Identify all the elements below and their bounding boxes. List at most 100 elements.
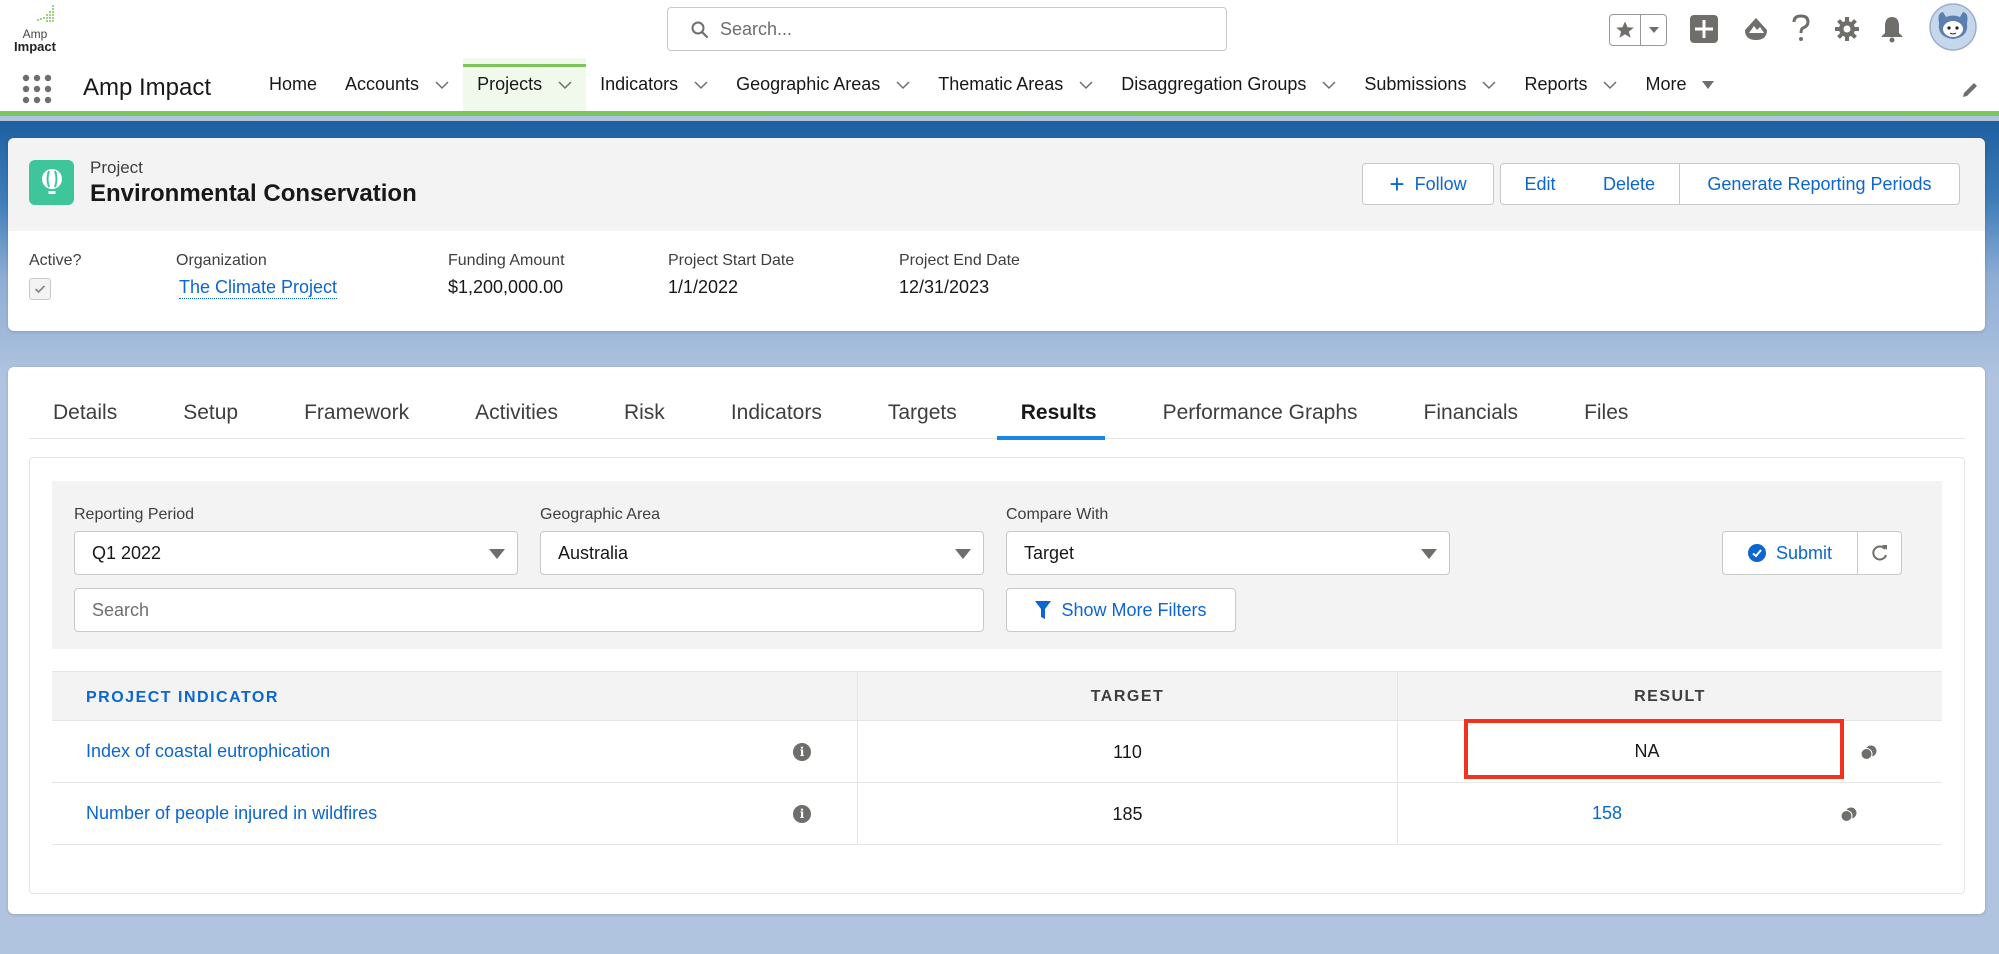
- reporting-period-select[interactable]: Q1 2022: [74, 531, 518, 575]
- compare-with-select[interactable]: Target: [1006, 531, 1450, 575]
- nav-item-geographic-areas[interactable]: Geographic Areas: [722, 58, 924, 111]
- submit-button-group: Submit: [1722, 531, 1902, 575]
- nav-item-accounts[interactable]: Accounts: [331, 58, 463, 111]
- table-row: Number of people injured in wildfires i …: [52, 783, 1942, 845]
- nav-items: Home Accounts Projects Indicators Geogra…: [255, 58, 1729, 111]
- submit-button[interactable]: Submit: [1722, 531, 1858, 575]
- edit-nav-pencil-icon[interactable]: [1960, 80, 1980, 100]
- tab-risk[interactable]: Risk: [582, 367, 689, 439]
- indicator-link[interactable]: Number of people injured in wildfires: [86, 803, 377, 824]
- geographic-area-select[interactable]: Australia: [540, 531, 984, 575]
- field-value: 1/1/2022: [668, 277, 739, 297]
- plus-icon: +: [1389, 169, 1405, 199]
- geographic-area-value: Australia: [558, 542, 629, 563]
- nav-item-disaggregation-groups[interactable]: Disaggregation Groups: [1107, 58, 1350, 111]
- info-icon[interactable]: i: [793, 805, 811, 823]
- global-header: Amp Impact: [0, 0, 1999, 58]
- global-search-input[interactable]: [720, 16, 1200, 42]
- nav-item-indicators[interactable]: Indicators: [586, 58, 722, 111]
- tab-setup[interactable]: Setup: [141, 367, 262, 439]
- field-value: $1,200,000.00: [448, 277, 564, 297]
- field-label: Active?: [29, 252, 82, 269]
- tab-activities[interactable]: Activities: [433, 367, 582, 439]
- refresh-button[interactable]: [1858, 531, 1902, 575]
- field-organization: Organization The Climate Project: [176, 252, 338, 299]
- nav-item-label: Projects: [477, 74, 543, 94]
- record-tabs: Details Setup Framework Activities Risk …: [29, 367, 1965, 440]
- nav-item-more[interactable]: More: [1631, 58, 1728, 111]
- notifications-bell-icon[interactable]: [1879, 15, 1905, 43]
- field-label: Organization: [176, 252, 267, 269]
- app-navigation-bar: Amp Impact Home Accounts Projects Indica…: [0, 58, 1999, 116]
- trailhead-icon[interactable]: [1742, 15, 1770, 43]
- record-title: Environmental Conservation: [90, 180, 417, 207]
- tab-indicators[interactable]: Indicators: [689, 367, 846, 439]
- nav-item-label: Geographic Areas: [736, 74, 881, 94]
- tab-performance-graphs[interactable]: Performance Graphs: [1121, 367, 1382, 439]
- user-avatar[interactable]: [1929, 3, 1977, 51]
- chevron-down-icon[interactable]: [1322, 80, 1336, 90]
- chevron-down-icon[interactable]: [1482, 80, 1496, 90]
- favorites-star-icon[interactable]: [1610, 15, 1641, 45]
- chevron-down-icon[interactable]: [1079, 80, 1093, 90]
- project-balloon-icon: [29, 160, 74, 205]
- indicator-search[interactable]: [74, 588, 984, 632]
- nav-item-home[interactable]: Home: [255, 58, 331, 111]
- indicator-search-input[interactable]: [75, 589, 983, 631]
- result-value: NA: [1634, 741, 1660, 761]
- active-checkbox: [29, 278, 51, 300]
- reporting-period-value: Q1 2022: [92, 542, 162, 563]
- indicator-link[interactable]: Index of coastal eutrophication: [86, 741, 330, 762]
- tab-details[interactable]: Details: [29, 367, 141, 439]
- global-search[interactable]: [667, 7, 1227, 51]
- chevron-down-icon[interactable]: [1603, 80, 1618, 90]
- submit-label: Submit: [1775, 542, 1833, 563]
- results-panel: Reporting Period Q1 2022 Geographic Area…: [29, 457, 1965, 894]
- follow-button[interactable]: + Follow: [1362, 163, 1494, 205]
- nav-item-submissions[interactable]: Submissions: [1350, 58, 1510, 111]
- tab-framework[interactable]: Framework: [262, 367, 433, 439]
- nav-item-label: Reports: [1524, 74, 1588, 94]
- column-header-project-indicator[interactable]: PROJECT INDICATOR: [86, 689, 279, 707]
- amp-impact-logo[interactable]: Amp Impact: [10, 2, 60, 56]
- favorites-button-group: [1609, 14, 1667, 46]
- chevron-down-icon[interactable]: [694, 80, 708, 90]
- dropdown-arrow-icon: [955, 549, 971, 559]
- logo-text-impact: Impact: [14, 39, 56, 54]
- generate-reporting-periods-button[interactable]: Generate Reporting Periods: [1679, 163, 1960, 205]
- delete-button[interactable]: Delete: [1579, 163, 1680, 205]
- check-circle-icon: [1747, 544, 1766, 562]
- refresh-icon: [1871, 545, 1887, 561]
- organization-link[interactable]: The Climate Project: [179, 277, 338, 299]
- nav-item-projects[interactable]: Projects: [463, 58, 587, 111]
- tab-financials[interactable]: Financials: [1382, 367, 1543, 439]
- chevron-down-icon[interactable]: [896, 80, 910, 90]
- result-value-link[interactable]: 158: [1398, 803, 1816, 824]
- global-add-icon[interactable]: [1690, 15, 1718, 43]
- chevron-down-icon[interactable]: [435, 80, 449, 90]
- show-more-filters-button[interactable]: Show More Filters: [1006, 588, 1236, 632]
- tab-results[interactable]: Results: [981, 367, 1121, 440]
- tab-targets[interactable]: Targets: [846, 367, 981, 439]
- app-launcher-waffle-icon[interactable]: [22, 74, 52, 104]
- target-value: 185: [1112, 804, 1143, 824]
- tab-files[interactable]: Files: [1542, 367, 1652, 439]
- comments-icon[interactable]: [1840, 807, 1858, 823]
- nav-item-label: More: [1645, 74, 1687, 94]
- help-icon[interactable]: [1790, 13, 1812, 43]
- show-more-filters-label: Show More Filters: [1061, 599, 1207, 620]
- more-caret-icon: [1701, 80, 1714, 89]
- reporting-period-label: Reporting Period: [74, 506, 195, 523]
- nav-item-reports[interactable]: Reports: [1510, 58, 1631, 111]
- setup-gear-icon[interactable]: [1833, 15, 1861, 43]
- nav-item-label: Submissions: [1364, 74, 1467, 94]
- compare-with-label: Compare With: [1006, 506, 1109, 523]
- favorites-dropdown-icon[interactable]: [1641, 15, 1666, 45]
- search-icon: [691, 21, 709, 39]
- nav-item-thematic-areas[interactable]: Thematic Areas: [924, 58, 1107, 111]
- comments-icon[interactable]: [1860, 745, 1878, 761]
- edit-button[interactable]: Edit: [1500, 163, 1580, 205]
- info-icon[interactable]: i: [793, 743, 811, 761]
- chevron-down-icon[interactable]: [558, 80, 572, 90]
- geographic-area-label: Geographic Area: [540, 506, 661, 523]
